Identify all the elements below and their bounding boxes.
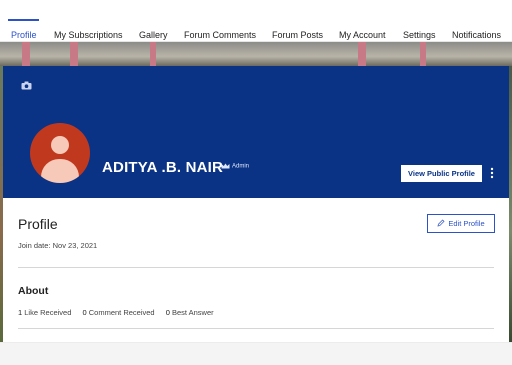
tab-settings[interactable]: Settings	[403, 30, 436, 40]
tab-profile[interactable]: Profile	[11, 30, 37, 40]
tab-notifications[interactable]: Notifications	[452, 30, 501, 40]
stat-best-answers: 0 Best Answer	[165, 308, 214, 317]
view-public-profile-button[interactable]: View Public Profile	[401, 165, 482, 182]
active-tab-indicator	[8, 19, 39, 21]
role-label: Admin	[232, 163, 250, 170]
edit-profile-label: Edit Profile	[448, 219, 485, 228]
avatar-head	[51, 136, 69, 154]
top-nav-tabs: Profile My Subscriptions Gallery Forum C…	[0, 0, 512, 42]
more-vertical-icon[interactable]	[489, 166, 495, 180]
pencil-icon	[437, 219, 445, 227]
tab-gallery[interactable]: Gallery	[139, 30, 168, 40]
section-divider	[18, 267, 494, 268]
background-pillar	[70, 42, 78, 66]
tab-my-subscriptions[interactable]: My Subscriptions	[54, 30, 123, 40]
avatar-body	[41, 159, 79, 183]
about-heading: About	[18, 285, 49, 297]
tab-forum-comments[interactable]: Forum Comments	[184, 30, 256, 40]
background-pillar	[22, 42, 30, 66]
stat-comments: 0 Comment Received	[82, 308, 155, 317]
join-date: Join date: Nov 23, 2021	[18, 241, 98, 250]
profile-cover: ADITYA .B. NAIR Admin View Public Profil…	[3, 66, 509, 198]
section-divider	[18, 328, 494, 329]
profile-card: Profile Join date: Nov 23, 2021 Edit Pro…	[3, 198, 509, 342]
background-pillar	[358, 42, 366, 66]
stat-likes: 1 Like Received	[18, 308, 72, 317]
page-title: Profile	[18, 216, 58, 232]
page-footer-strip	[0, 342, 512, 365]
about-stats: 1 Like Received 0 Comment Received 0 Bes…	[18, 308, 223, 317]
tab-my-account[interactable]: My Account	[339, 30, 386, 40]
crown-icon	[221, 163, 230, 169]
background-pillar	[150, 42, 156, 66]
camera-icon[interactable]	[21, 81, 32, 90]
background-pillar	[420, 42, 426, 66]
edit-profile-button[interactable]: Edit Profile	[427, 214, 495, 233]
profile-name: ADITYA .B. NAIR	[102, 159, 224, 176]
role-badge: Admin	[221, 163, 249, 170]
tab-forum-posts[interactable]: Forum Posts	[272, 30, 323, 40]
avatar[interactable]	[30, 123, 90, 183]
